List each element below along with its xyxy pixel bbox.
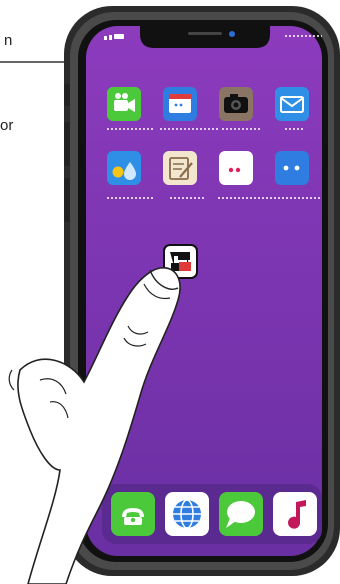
volume-up-button bbox=[64, 122, 70, 166]
notch bbox=[140, 26, 270, 48]
volume-down-button bbox=[64, 178, 70, 222]
dock bbox=[102, 484, 322, 544]
dock-phone-icon[interactable] bbox=[111, 492, 155, 536]
speaker-grille bbox=[188, 32, 222, 35]
home-screen bbox=[86, 26, 322, 556]
battery-icon bbox=[114, 34, 124, 39]
dock-messages-icon[interactable] bbox=[219, 492, 263, 536]
signal-icon bbox=[104, 36, 107, 40]
dock-music-icon[interactable] bbox=[273, 492, 317, 536]
mute-switch bbox=[64, 84, 70, 106]
dock-globe-icon[interactable] bbox=[165, 492, 209, 536]
front-camera bbox=[229, 31, 235, 37]
phone-illustration bbox=[0, 6, 340, 584]
